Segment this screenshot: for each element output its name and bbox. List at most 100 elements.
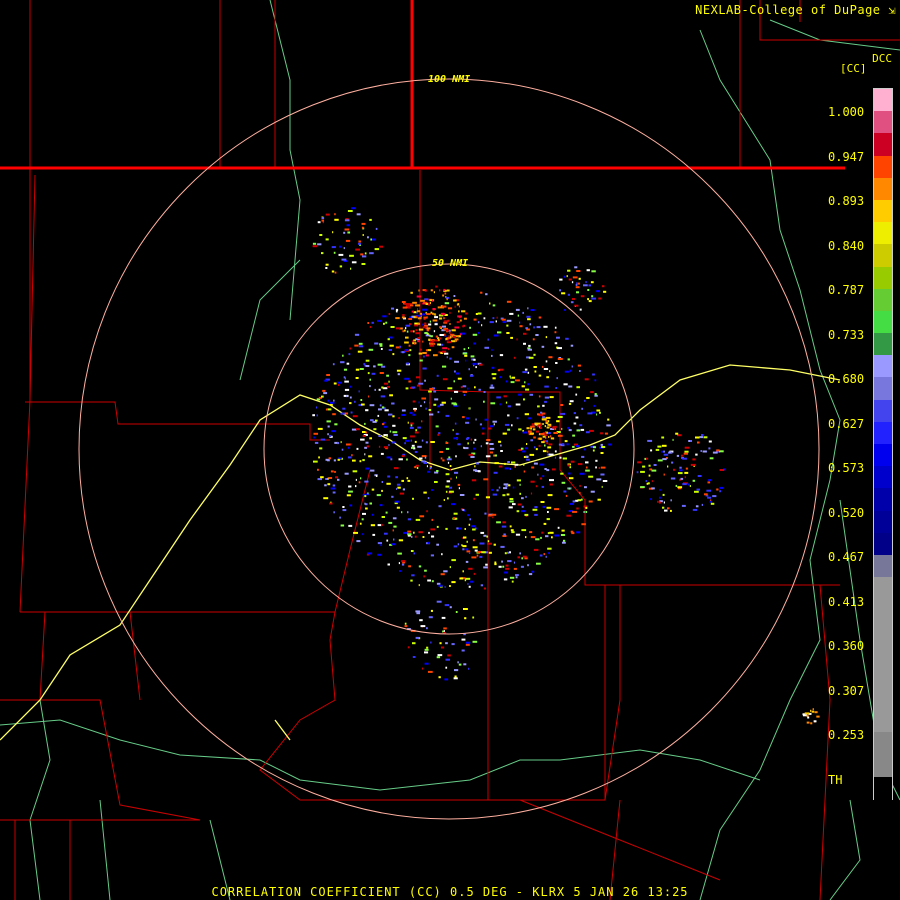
radar-echo	[521, 497, 524, 500]
radar-echo	[394, 500, 400, 503]
radar-echo	[416, 376, 420, 379]
radar-echo	[418, 584, 420, 587]
radar-echo	[541, 441, 545, 444]
radar-echo	[362, 255, 367, 258]
radar-echo	[586, 269, 590, 272]
colorbar-swatch	[874, 621, 892, 645]
radar-echo	[465, 359, 467, 362]
radar-echo	[449, 490, 454, 493]
radar-echo	[339, 245, 342, 248]
radar-echo	[505, 484, 508, 487]
radar-echo	[492, 420, 497, 423]
radar-echo	[411, 310, 415, 313]
radar-echo	[347, 210, 353, 212]
radar-echo	[398, 417, 400, 419]
radar-echo	[600, 473, 605, 476]
radar-echo	[810, 722, 813, 725]
radar-echo	[453, 299, 457, 302]
radar-echo	[487, 427, 492, 430]
radar-echo	[539, 427, 542, 429]
radar-echo	[382, 423, 385, 426]
radar-echo	[393, 434, 398, 436]
radar-echo	[358, 345, 364, 348]
radar-echo	[561, 427, 563, 430]
radar-echo	[655, 448, 660, 451]
radar-echo	[488, 514, 492, 517]
radar-echo	[462, 508, 465, 511]
radar-echo	[498, 486, 501, 489]
county-line	[20, 585, 606, 801]
radar-echo	[432, 319, 438, 322]
radar-echo	[401, 563, 405, 566]
radar-echo	[650, 449, 653, 452]
radar-echo	[574, 304, 579, 307]
radar-echo	[684, 450, 689, 453]
radar-echo	[443, 317, 445, 320]
radar-echo	[462, 545, 467, 548]
radar-echo	[479, 542, 485, 545]
colorbar-tick-label: 1.000	[828, 105, 865, 119]
radar-echo	[525, 327, 528, 330]
radar-echo	[437, 411, 440, 414]
radar-echo	[356, 447, 359, 450]
radar-echo	[584, 511, 586, 514]
radar-echo	[440, 343, 443, 346]
radar-echo	[408, 318, 413, 320]
radar-echo	[379, 404, 382, 407]
radar-echo	[465, 560, 469, 563]
radar-echo	[587, 289, 590, 291]
radar-echo	[430, 528, 435, 531]
radar-echo	[443, 499, 445, 501]
radar-echo	[468, 523, 471, 526]
radar-echo	[410, 579, 413, 582]
radar-echo	[648, 474, 651, 477]
colorbar-tick-label: 0.787	[828, 283, 865, 297]
radar-echo	[381, 365, 386, 368]
radar-echo	[444, 585, 446, 588]
radar-echo	[369, 378, 371, 381]
radar-echo	[439, 317, 443, 320]
radar-echo	[364, 453, 366, 456]
colorbar-swatch	[874, 177, 892, 201]
radar-echo	[455, 611, 458, 613]
radar-echo	[579, 370, 581, 372]
radar-echo	[488, 551, 492, 554]
radar-echo	[462, 390, 467, 393]
radar-echo	[573, 412, 576, 415]
radar-echo	[397, 373, 400, 376]
radar-echo	[716, 449, 720, 452]
radar-echo	[370, 419, 374, 422]
radar-echo	[424, 648, 429, 651]
radar-echo	[534, 513, 538, 516]
radar-echo	[340, 361, 345, 364]
radar-echo	[407, 530, 412, 533]
radar-echo	[412, 400, 416, 403]
radar-echo	[462, 416, 465, 419]
radar-echo	[462, 548, 465, 551]
radar-echo	[435, 425, 439, 428]
radar-echo	[708, 447, 711, 450]
radar-echo	[463, 663, 467, 666]
radar-echo	[636, 471, 639, 474]
radar-echo	[375, 475, 378, 477]
radar-echo	[441, 616, 446, 619]
radar-echo	[438, 676, 441, 679]
radar-echo	[576, 531, 581, 534]
radar-echo	[401, 455, 405, 457]
radar-echo	[682, 483, 687, 486]
radar-echo	[509, 551, 511, 554]
radar-echo	[317, 221, 321, 224]
colorbar-tick-label: 0.680	[828, 372, 865, 386]
radar-echo	[390, 458, 393, 461]
radar-echo	[534, 446, 536, 449]
radar-echo	[339, 516, 341, 519]
radar-echo	[544, 468, 547, 470]
radar-echo	[379, 344, 383, 347]
radar-echo	[536, 430, 539, 433]
radar-echo	[548, 436, 550, 438]
radar-echo	[657, 459, 663, 462]
radar-echo	[365, 503, 368, 506]
radar-echo	[511, 424, 513, 427]
radar-echo	[560, 404, 564, 406]
radar-echo	[457, 377, 462, 380]
